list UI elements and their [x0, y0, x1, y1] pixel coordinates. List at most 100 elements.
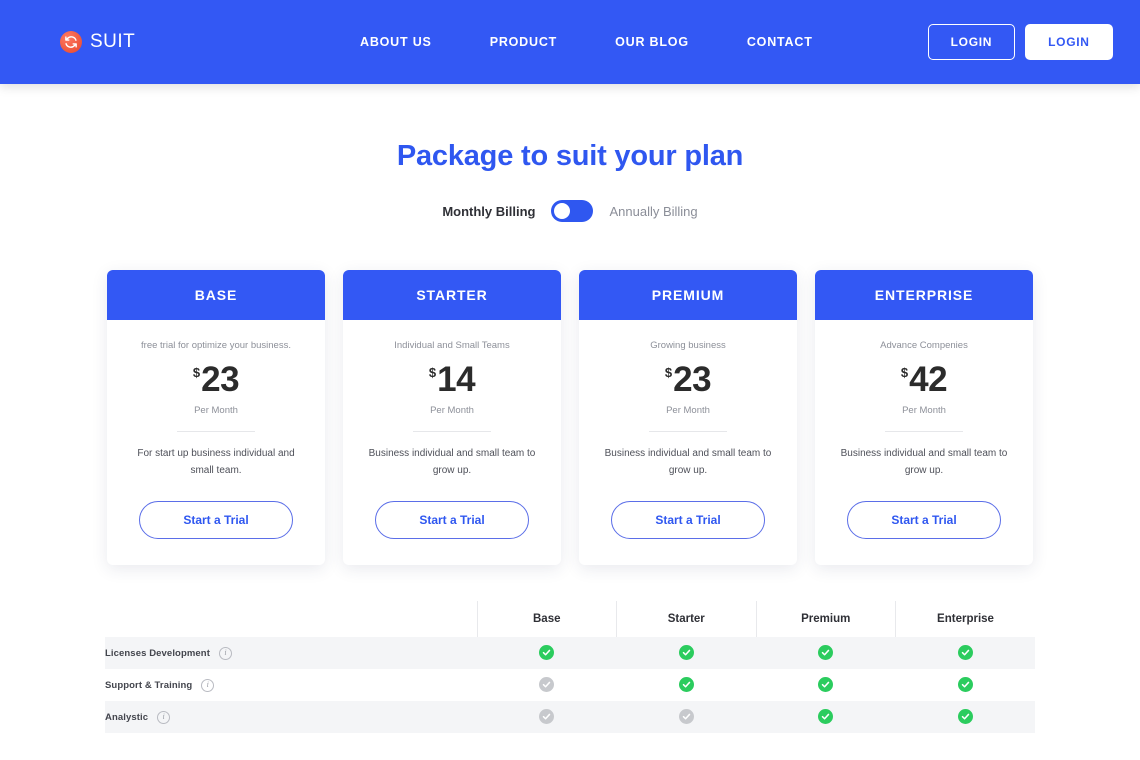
price-currency: $	[192, 365, 201, 380]
feature-cell: Support & Training i	[105, 669, 477, 701]
info-circle-icon[interactable]: i	[218, 646, 232, 660]
feature-availability-enterprise	[895, 701, 1035, 733]
check-circle-icon	[818, 709, 834, 725]
plan-tagline: Growing business	[650, 340, 726, 351]
price-amount: 14	[437, 360, 476, 399]
feature-availability-premium	[756, 669, 896, 701]
check-circle-icon	[957, 709, 973, 725]
comparison-header-enterprise: Enterprise	[895, 601, 1035, 637]
price-amount: 23	[673, 360, 712, 399]
check-circle-icon	[818, 645, 834, 661]
comparison-table-body: Licenses Development i Support & Trainin…	[105, 637, 1035, 733]
pricing-cards: BASE free trial for optimize your busine…	[0, 270, 1140, 565]
plan-tagline: Advance Compenies	[880, 340, 968, 351]
login-outline-button[interactable]: LOGIN	[927, 24, 1016, 60]
login-solid-button[interactable]: LOGIN	[1025, 24, 1113, 60]
plan-price: $ 23	[579, 362, 797, 397]
price-currency: $	[428, 365, 437, 380]
check-circle-icon	[957, 645, 973, 661]
plan-period: Per Month	[666, 405, 710, 416]
comparison-header-premium: Premium	[755, 601, 896, 637]
feature-availability-enterprise	[895, 637, 1035, 669]
feature-availability-base	[477, 637, 617, 669]
feature-availability-starter	[616, 637, 756, 669]
feature-name: Licenses Development	[105, 647, 210, 659]
price-amount: 42	[909, 360, 948, 399]
check-circle-icon	[539, 709, 555, 725]
feature-cell: Analystic i	[105, 701, 477, 733]
plan-price: $ 23	[107, 362, 325, 397]
start-trial-button-enterprise[interactable]: Start a Trial	[847, 501, 1001, 539]
check-circle-icon	[539, 645, 555, 661]
comparison-feature-header	[105, 601, 477, 637]
price-amount: 23	[201, 360, 240, 399]
price-currency: $	[900, 365, 909, 380]
feature-availability-premium	[756, 701, 896, 733]
feature-availability-premium	[756, 637, 896, 669]
billing-monthly-label[interactable]: Monthly Billing	[442, 204, 535, 219]
comparison-table-head: Base Starter Premium Enterprise	[105, 601, 1035, 637]
table-row: Licenses Development i	[105, 637, 1035, 669]
brand-logo[interactable]: SUIT	[60, 31, 360, 53]
plan-name: STARTER	[343, 270, 561, 320]
card-divider	[177, 431, 255, 432]
page-title: Package to suit your plan	[396, 140, 744, 172]
comparison-header-base: Base	[476, 601, 617, 637]
plan-period: Per Month	[902, 405, 946, 416]
plan-tagline: Individual and Small Teams	[394, 340, 510, 351]
brand-name: SUIT	[90, 31, 136, 52]
info-circle-icon[interactable]: i	[157, 710, 171, 724]
feature-name: Support & Training	[105, 679, 193, 691]
pricing-card-enterprise: ENTERPRISE Advance Compenies $ 42 Per Mo…	[815, 270, 1033, 565]
card-divider	[649, 431, 727, 432]
price-currency: $	[664, 365, 673, 380]
comparison-header-starter: Starter	[616, 601, 756, 637]
plan-name: BASE	[107, 270, 325, 320]
feature-availability-enterprise	[895, 669, 1035, 701]
billing-toggle-switch[interactable]	[551, 200, 594, 222]
plan-description: For start up business individual and sma…	[137, 448, 295, 476]
plan-comparison-table: Base Starter Premium Enterprise Licenses…	[105, 601, 1035, 733]
pricing-page: Package to suit your plan Monthly Billin…	[0, 84, 1140, 733]
billing-annually-label[interactable]: Annually Billing	[609, 204, 697, 219]
billing-toggle-row: Monthly Billing Annually Billing	[0, 200, 1140, 222]
plan-price: $ 14	[343, 362, 561, 397]
nav-item-product[interactable]: PRODUCT	[490, 35, 557, 49]
plan-name: PREMIUM	[579, 270, 797, 320]
plan-period: Per Month	[430, 405, 474, 416]
nav-item-about-us[interactable]: ABOUT US	[360, 35, 432, 49]
check-circle-icon	[539, 677, 555, 693]
feature-availability-base	[477, 701, 617, 733]
start-trial-button-starter[interactable]: Start a Trial	[375, 501, 529, 539]
check-circle-icon	[678, 709, 694, 725]
info-circle-icon[interactable]: i	[201, 678, 215, 692]
feature-availability-starter	[616, 669, 756, 701]
main-navigation: ABOUT US PRODUCT OUR BLOG CONTACT	[360, 35, 813, 49]
card-divider	[413, 431, 491, 432]
plan-tagline: free trial for optimize your business.	[141, 340, 291, 351]
nav-item-our-blog[interactable]: OUR BLOG	[615, 35, 689, 49]
site-header: SUIT ABOUT US PRODUCT OUR BLOG CONTACT L…	[0, 0, 1140, 84]
plan-description: Business individual and small team to gr…	[840, 448, 1008, 476]
feature-name: Analystic	[105, 711, 149, 723]
pricing-card-starter: STARTER Individual and Small Teams $ 14 …	[343, 270, 561, 565]
plan-period: Per Month	[194, 405, 238, 416]
check-circle-icon	[678, 645, 694, 661]
nav-item-contact[interactable]: CONTACT	[747, 35, 813, 49]
check-circle-icon	[957, 677, 973, 693]
check-circle-icon	[678, 677, 694, 693]
table-row: Analystic i	[105, 701, 1035, 733]
feature-availability-base	[477, 669, 617, 701]
plan-price: $ 42	[815, 362, 1033, 397]
refresh-arrows-icon	[60, 31, 82, 53]
start-trial-button-base[interactable]: Start a Trial	[139, 501, 293, 539]
card-divider	[885, 431, 963, 432]
feature-cell: Licenses Development i	[105, 637, 477, 669]
start-trial-button-premium[interactable]: Start a Trial	[611, 501, 765, 539]
pricing-card-base: BASE free trial for optimize your busine…	[107, 270, 325, 565]
table-row: Support & Training i	[105, 669, 1035, 701]
plan-comparison-section: Base Starter Premium Enterprise Licenses…	[105, 601, 1035, 733]
toggle-knob	[554, 203, 571, 219]
header-actions: LOGIN LOGIN	[813, 24, 1113, 60]
plan-description: Business individual and small team to gr…	[604, 448, 772, 476]
